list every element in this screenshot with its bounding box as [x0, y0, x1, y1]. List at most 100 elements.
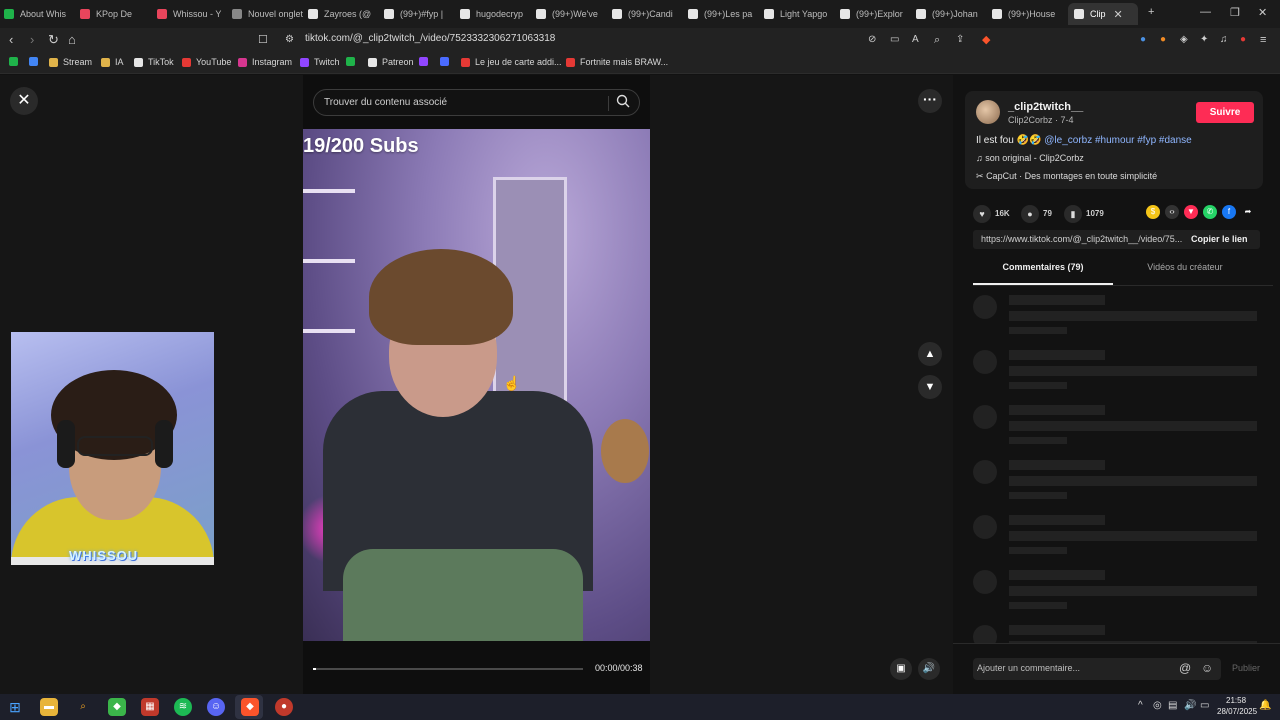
- windows-start-icon[interactable]: ⊞: [6, 698, 24, 716]
- search-input[interactable]: Trouver du contenu associé: [324, 97, 447, 108]
- tab-comments[interactable]: Commentaires (79): [973, 257, 1113, 285]
- mention-icon[interactable]: @: [1179, 661, 1191, 675]
- browser-tab[interactable]: KPop De: [80, 3, 152, 25]
- coin-icon[interactable]: $: [1146, 205, 1160, 219]
- site-info-icon[interactable]: ⚙: [285, 32, 294, 48]
- address-bar[interactable]: tiktok.com/@_clip2twitch_/video/75233323…: [305, 33, 555, 44]
- previous-video-button[interactable]: ▲: [918, 342, 942, 366]
- extension-icon[interactable]: ◈: [1180, 32, 1188, 48]
- browser-tab[interactable]: Zayroes (@: [308, 3, 380, 25]
- close-button[interactable]: ✕: [10, 87, 38, 115]
- like-heart-icon[interactable]: ♥: [973, 205, 991, 223]
- extension-icon[interactable]: ●: [1240, 32, 1246, 48]
- comment-input[interactable]: Ajouter un commentaire... @ ☺: [973, 658, 1221, 680]
- minimize-button[interactable]: —: [1200, 6, 1211, 18]
- bookmark-item[interactable]: YouTube: [182, 57, 231, 67]
- browser-tab[interactable]: hugodecryp: [460, 3, 532, 25]
- bookmark-icon[interactable]: ☐: [258, 32, 268, 48]
- bookmark-item[interactable]: Twitch: [300, 57, 340, 67]
- browser-tab[interactable]: About Whis: [4, 3, 76, 25]
- publish-button[interactable]: Publier: [1232, 663, 1260, 673]
- whatsapp-icon[interactable]: ✆: [1203, 205, 1217, 219]
- cast-icon[interactable]: ▭: [890, 32, 899, 48]
- browser-tab[interactable]: (99+)Explor: [840, 3, 912, 25]
- bookmark-item[interactable]: Stream: [49, 57, 92, 67]
- embed-code-icon[interactable]: ‹›: [1165, 205, 1179, 219]
- description-tags[interactable]: @le_corbz #humour #fyp #danse: [1044, 135, 1191, 146]
- sound-info[interactable]: ♫ son original - Clip2Corbz: [976, 153, 1084, 163]
- reload-icon[interactable]: ↻: [48, 32, 59, 48]
- bookmark-item[interactable]: Fortnite mais BRAW...: [566, 57, 668, 67]
- zoom-icon[interactable]: ⌕: [934, 32, 940, 48]
- copy-link-button[interactable]: Copier le lien: [1191, 234, 1248, 244]
- browser-tab[interactable]: (99+)Les pa: [688, 3, 760, 25]
- tray-app-icon[interactable]: ▤: [1168, 700, 1177, 711]
- video-progress-bar[interactable]: [313, 668, 583, 670]
- no-tracking-icon[interactable]: ⊘: [868, 32, 876, 48]
- search-box[interactable]: Trouver du contenu associé: [313, 89, 640, 116]
- comment-bubble-icon[interactable]: ●: [1021, 205, 1039, 223]
- close-window-button[interactable]: ✕: [1258, 6, 1267, 19]
- bookmark-item[interactable]: [419, 57, 433, 66]
- volume-icon[interactable]: 🔊: [1184, 700, 1196, 711]
- bookmark-item[interactable]: Patreon: [368, 57, 414, 67]
- tray-expand-icon[interactable]: ^: [1138, 700, 1143, 711]
- browser-tab[interactable]: (99+)We've: [536, 3, 608, 25]
- spotify-icon[interactable]: ≋: [174, 698, 192, 716]
- capcut-link[interactable]: ✂ CapCut · Des montages en toute simplic…: [976, 171, 1157, 182]
- bookmark-item[interactable]: Le jeu de carte addi...: [461, 57, 562, 67]
- bookmark-item[interactable]: [29, 57, 43, 66]
- send-icon[interactable]: ▼: [1184, 205, 1198, 219]
- menu-icon[interactable]: ≡: [1260, 32, 1266, 48]
- video-player[interactable]: 19/200 Subs: [303, 129, 650, 641]
- next-video-button[interactable]: ▼: [918, 375, 942, 399]
- browser-tab[interactable]: (99+)#fyp |: [384, 3, 456, 25]
- media-icon[interactable]: ♫: [1220, 32, 1228, 48]
- search-icon[interactable]: ⌕: [74, 698, 92, 716]
- extensions-puzzle-icon[interactable]: ✦: [1200, 32, 1208, 48]
- bookmark-item[interactable]: Instagram: [238, 57, 292, 67]
- share-icon[interactable]: ⇪: [956, 32, 964, 48]
- browser-tab[interactable]: Clip ✕: [1068, 3, 1138, 25]
- bookmark-item[interactable]: [346, 57, 360, 66]
- maximize-button[interactable]: ❐: [1230, 6, 1240, 19]
- clock-date[interactable]: 28/07/2025: [1217, 707, 1257, 716]
- bookmark-item[interactable]: IA: [101, 57, 124, 67]
- app-icon[interactable]: ▦: [141, 698, 159, 716]
- file-explorer-icon[interactable]: ▬: [40, 698, 58, 716]
- tray-app-icon[interactable]: ◎: [1153, 700, 1162, 711]
- volume-button[interactable]: 🔊: [918, 658, 940, 680]
- bookmark-item[interactable]: [440, 57, 454, 66]
- clock-time[interactable]: 21:58: [1226, 696, 1246, 705]
- translate-icon[interactable]: A: [912, 32, 919, 48]
- creator-username[interactable]: _clip2twitch__: [1008, 101, 1083, 113]
- extension-icon[interactable]: ●: [1140, 32, 1146, 48]
- browser-tab[interactable]: (99+)Candi: [612, 3, 684, 25]
- video-link[interactable]: https://www.tiktok.com/@_clip2twitch__/v…: [981, 234, 1182, 244]
- new-tab-button[interactable]: +: [1148, 6, 1154, 18]
- follow-button[interactable]: Suivre: [1196, 102, 1254, 123]
- bookmark-item[interactable]: TikTok: [134, 57, 174, 67]
- forward-icon[interactable]: ›: [30, 32, 34, 48]
- bookmark-item[interactable]: [9, 57, 23, 66]
- avatar[interactable]: [976, 100, 1000, 124]
- more-options-button[interactable]: ···: [918, 89, 942, 113]
- app-icon[interactable]: ◆: [108, 698, 126, 716]
- network-icon[interactable]: ▭: [1200, 700, 1209, 711]
- pip-button[interactable]: ▣: [890, 658, 912, 680]
- browser-tab[interactable]: Nouvel onglet: [232, 3, 304, 25]
- browser-tab[interactable]: Whissou - Y: [157, 3, 229, 25]
- search-icon[interactable]: [616, 94, 634, 112]
- brave-browser-icon[interactable]: ◆: [241, 698, 259, 716]
- browser-tab[interactable]: Light Yapgo: [764, 3, 836, 25]
- bookmark-icon[interactable]: ▮: [1064, 205, 1082, 223]
- home-icon[interactable]: ⌂: [68, 32, 76, 48]
- brave-shield-icon[interactable]: ◆: [982, 32, 990, 48]
- share-arrow-icon[interactable]: ➦: [1241, 205, 1255, 219]
- browser-tab[interactable]: (99+)House: [992, 3, 1064, 25]
- notification-icon[interactable]: 🔔: [1259, 700, 1271, 711]
- extension-icon[interactable]: ●: [1160, 32, 1166, 48]
- app-icon[interactable]: ●: [275, 698, 293, 716]
- tab-close-icon[interactable]: ✕: [1114, 8, 1123, 21]
- emoji-icon[interactable]: ☺: [1201, 661, 1213, 675]
